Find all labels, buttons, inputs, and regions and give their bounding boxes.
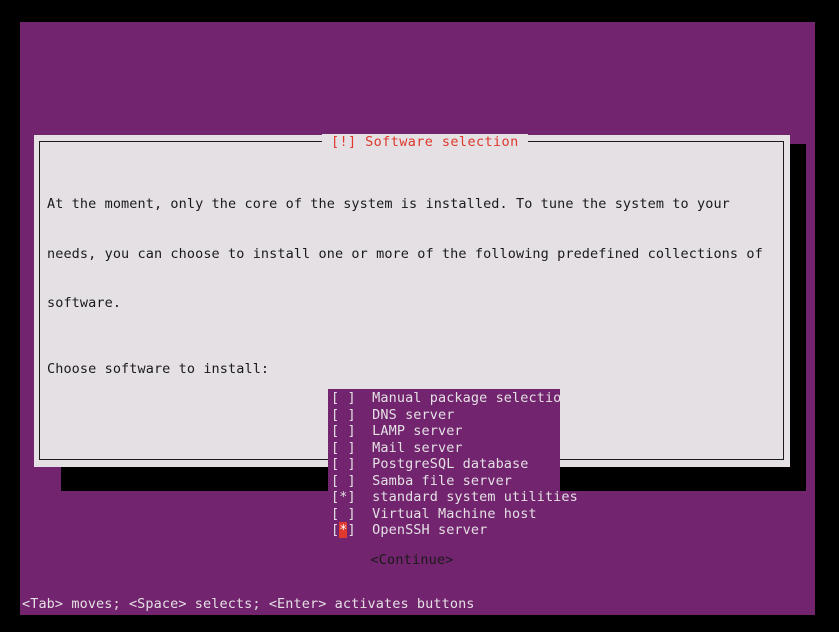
list-item[interactable]: [*] OpenSSH server: [328, 522, 560, 539]
list-item[interactable]: [ ] Samba file server: [328, 473, 560, 490]
dialog-button-row: <Continue>: [34, 549, 790, 568]
list-item[interactable]: [ ] Manual package selection: [328, 390, 570, 407]
checkbox-icon[interactable]: [*]: [331, 489, 356, 506]
checkbox-icon[interactable]: [ ]: [331, 390, 356, 407]
list-item-label: Mail server: [355, 439, 463, 456]
checkbox-icon[interactable]: [*]: [331, 522, 356, 539]
dialog-body-text: At the moment, only the core of the syst…: [47, 163, 777, 411]
intro-line-2: needs, you can choose to install one or …: [47, 245, 763, 262]
list-item-label: LAMP server: [355, 423, 463, 439]
list-item-label: OpenSSH server: [355, 522, 488, 538]
checkbox-icon[interactable]: [ ]: [331, 440, 356, 457]
checkbox-icon[interactable]: [ ]: [331, 456, 356, 473]
list-item[interactable]: [*] standard system utilities: [328, 489, 578, 506]
list-item-label: DNS server: [355, 406, 455, 423]
intro-line-3: software.: [47, 295, 122, 311]
list-item[interactable]: [ ] PostgreSQL database: [328, 456, 560, 473]
list-item[interactable]: [ ] DNS server: [328, 407, 560, 424]
status-bar-hint: <Tab> moves; <Space> selects; <Enter> ac…: [20, 593, 815, 615]
list-item-label: standard system utilities: [355, 489, 578, 505]
list-item[interactable]: [ ] Virtual Machine host: [328, 506, 560, 523]
software-selection-dialog: [!] Software selection At the moment, on…: [34, 130, 790, 568]
list-item-label: PostgreSQL database: [355, 456, 529, 472]
choose-software-prompt: Choose software to install:: [47, 361, 270, 377]
list-item[interactable]: [ ] LAMP server: [328, 423, 560, 440]
installer-screen: [!] Software selection At the moment, on…: [0, 0, 839, 632]
list-item-label: Virtual Machine host: [355, 505, 537, 522]
checkbox-icon[interactable]: [ ]: [331, 506, 356, 523]
intro-line-1: At the moment, only the core of the syst…: [47, 196, 730, 212]
list-item-label: Samba file server: [355, 472, 513, 489]
list-item-label: Manual package selection: [355, 390, 570, 406]
checkbox-icon[interactable]: [ ]: [331, 407, 356, 424]
checkbox-icon[interactable]: [ ]: [331, 423, 356, 440]
desktop-backdrop-notch: [795, 22, 815, 113]
checkbox-icon[interactable]: [ ]: [331, 473, 356, 490]
continue-button[interactable]: <Continue>: [370, 552, 453, 568]
dialog-title: [!] Software selection: [322, 134, 528, 150]
software-selection-list[interactable]: [ ] Manual package selection[ ] DNS serv…: [328, 389, 578, 540]
list-item[interactable]: [ ] Mail server: [328, 440, 560, 457]
